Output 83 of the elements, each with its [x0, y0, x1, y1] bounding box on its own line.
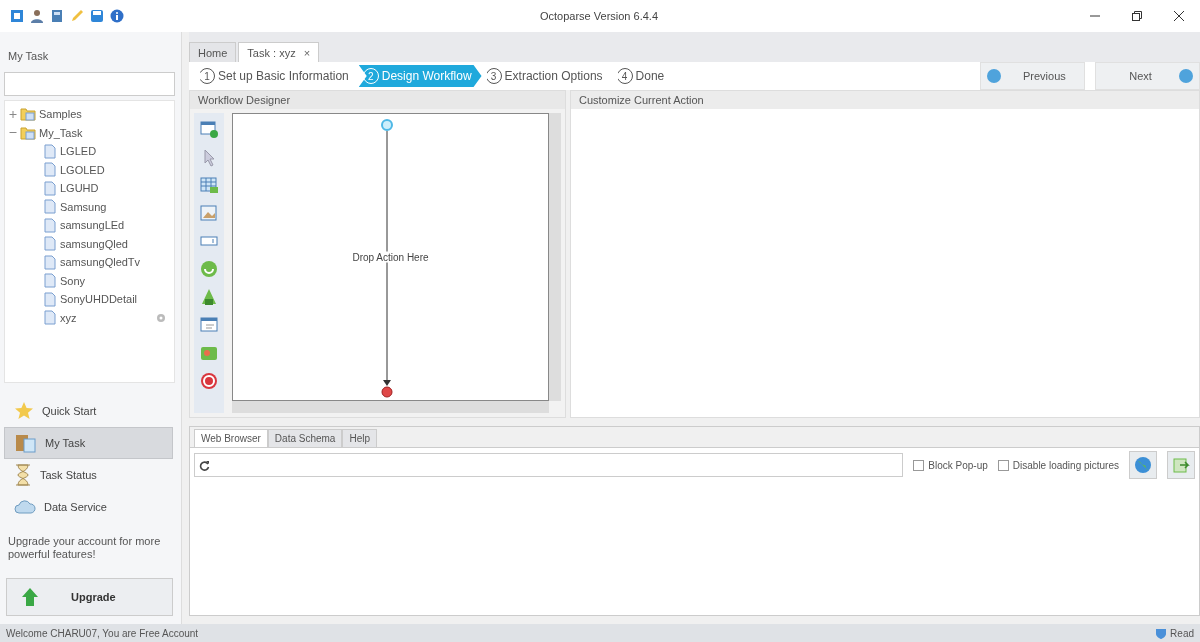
upgrade-button[interactable]: Upgrade — [6, 578, 173, 616]
checkbox-label[interactable]: Block Pop-up — [928, 459, 988, 471]
expand-icon[interactable] — [9, 110, 17, 118]
tree-item[interactable]: SonyUHDDetail — [60, 293, 138, 306]
tree-item[interactable]: samsungQledTv — [60, 256, 141, 269]
folder-icon — [15, 433, 37, 453]
tree-item[interactable]: LGLED — [60, 145, 97, 158]
tree-item[interactable]: LGOLED — [60, 163, 105, 176]
tree-item[interactable]: LGUHD — [60, 182, 99, 195]
document-icon — [43, 236, 57, 252]
tree-item[interactable]: samsungQled — [60, 237, 128, 250]
document-icon — [43, 291, 57, 307]
document-icon — [43, 162, 57, 178]
page-add-icon[interactable] — [199, 119, 219, 139]
panel-tab[interactable]: Data Schema — [267, 429, 343, 447]
folder-icon — [20, 125, 36, 140]
save-icon[interactable] — [90, 9, 104, 23]
panel-title: Workflow Designer — [198, 94, 291, 106]
nav-item[interactable]: Data Service — [4, 491, 173, 523]
wizard-step[interactable]: 4 Done — [612, 65, 675, 87]
url-field[interactable] — [194, 453, 904, 477]
nav-item[interactable]: My Task — [4, 427, 173, 459]
tree-item[interactable]: Samples — [39, 108, 82, 121]
tree-item[interactable]: samsungLEd — [60, 219, 125, 232]
export-icon — [1172, 456, 1190, 474]
hourglass-icon — [14, 464, 32, 486]
folder-icon — [20, 107, 36, 122]
search-field[interactable] — [4, 72, 175, 96]
pencil-icon[interactable] — [70, 9, 84, 23]
upgrade-note: Upgrade your account for more powerful features! — [8, 535, 161, 560]
panel-title: Customize Current Action — [579, 94, 704, 106]
shield-icon — [1155, 627, 1168, 639]
info-icon[interactable] — [110, 9, 124, 23]
user-icon[interactable] — [30, 9, 44, 23]
document-icon — [43, 310, 57, 326]
restore-icon — [1132, 11, 1142, 21]
scrollbar[interactable] — [232, 401, 549, 413]
drop-hint: Drop Action Here — [352, 251, 429, 263]
status-message: Welcome CHARU07, You are Free Account — [6, 627, 199, 639]
document-icon — [43, 254, 57, 270]
document-icon — [43, 199, 57, 215]
nav-item[interactable]: Task Status — [4, 459, 173, 491]
panel-tab[interactable]: Help — [342, 429, 377, 447]
picture-icon[interactable] — [199, 203, 219, 223]
document-icon — [43, 217, 57, 233]
document-icon — [43, 273, 57, 289]
tree-item[interactable]: My_Task — [39, 126, 83, 139]
previous-button[interactable]: Previous — [980, 62, 1085, 90]
document-tab[interactable]: Home — [189, 42, 237, 62]
checkbox[interactable] — [997, 459, 1009, 471]
end-node — [381, 386, 393, 398]
tree-item[interactable]: Sony — [60, 274, 86, 287]
nav-item[interactable]: Quick Start — [4, 395, 173, 427]
table-icon[interactable] — [199, 175, 219, 195]
window-icon[interactable] — [199, 315, 219, 335]
document-icon — [43, 143, 57, 159]
cloud-icon — [14, 499, 36, 515]
tree-item[interactable]: xyz — [60, 311, 77, 324]
wizard-step[interactable]: 3 Extraction Options — [481, 65, 613, 87]
settings-icon[interactable] — [156, 312, 166, 323]
app-icon[interactable] — [10, 9, 24, 23]
globe-button[interactable] — [1129, 451, 1157, 479]
export-button[interactable] — [1167, 451, 1195, 479]
document-tab[interactable]: Task : xyz × — [238, 42, 320, 62]
document-icon — [43, 180, 57, 196]
sidebar-title: My Task — [8, 50, 49, 62]
book-icon[interactable] — [50, 9, 64, 23]
arrow-up-icon — [21, 587, 39, 607]
start-node — [381, 119, 393, 131]
status-text: Read — [1170, 627, 1194, 639]
window-title: Octoparse Version 6.4.4 — [540, 10, 658, 22]
next-button[interactable]: Next — [1095, 62, 1200, 90]
checkbox-label[interactable]: Disable loading pictures — [1012, 459, 1119, 471]
tree-icon[interactable] — [199, 287, 219, 307]
refresh-icon[interactable] — [199, 459, 210, 471]
close-icon — [1174, 11, 1184, 21]
checkbox[interactable] — [913, 459, 925, 471]
stop-icon[interactable] — [199, 371, 219, 391]
panel-tab[interactable]: Web Browser — [194, 429, 268, 447]
tree-item[interactable]: Samsung — [60, 200, 107, 213]
wizard-step[interactable]: 1 Set up Basic Information — [195, 65, 359, 87]
star-icon — [14, 401, 34, 421]
scrollbar[interactable] — [549, 113, 561, 401]
